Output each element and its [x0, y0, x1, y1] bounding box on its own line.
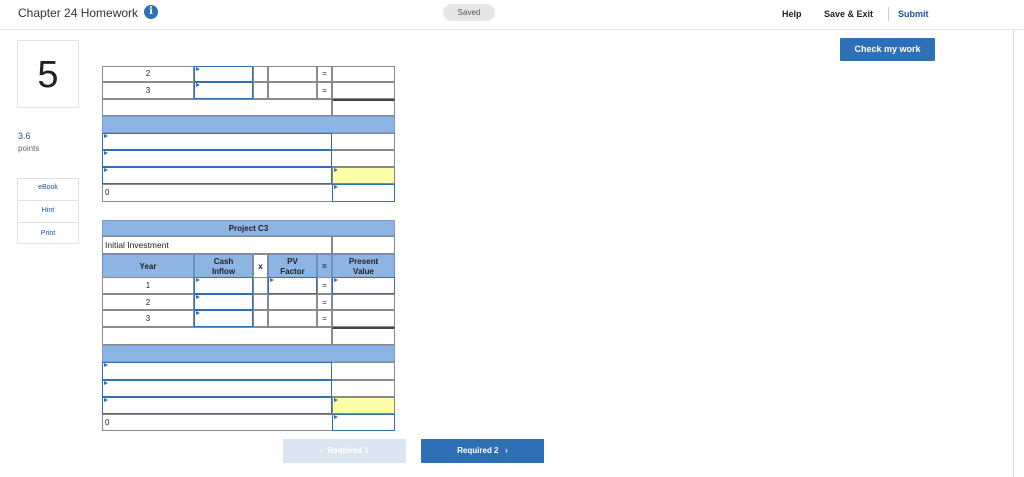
label-input[interactable]	[102, 167, 332, 184]
year-label: 2	[145, 69, 151, 78]
present-value-cell	[332, 310, 395, 327]
project-title: Project C3	[228, 224, 269, 233]
label-input[interactable]	[102, 380, 332, 397]
next-required-label: Required 2	[457, 446, 499, 455]
cash-inflow-input[interactable]	[194, 277, 253, 294]
present-value-cell	[332, 294, 395, 310]
equals-sign: =	[322, 281, 327, 290]
prev-required-label: Required 1	[327, 446, 369, 455]
pv-factor-header: PV Factor	[268, 254, 317, 279]
zero-value: 0	[105, 418, 110, 427]
total-cell	[332, 327, 395, 345]
label-input[interactable]	[102, 133, 332, 150]
present-value-cell	[332, 82, 395, 99]
divider	[18, 222, 78, 223]
prev-required-button[interactable]: ‹ Required 1	[283, 439, 406, 463]
year-label: 3	[145, 86, 151, 95]
times-cell	[253, 294, 268, 310]
section-band	[102, 116, 395, 133]
year-label: 1	[145, 281, 151, 290]
divider	[888, 7, 889, 21]
info-icon[interactable]: i	[144, 5, 158, 19]
times-cell	[253, 310, 268, 327]
year-label: 2	[145, 298, 151, 307]
present-value-cell	[332, 66, 395, 82]
ebook-link[interactable]: eBook	[18, 184, 78, 191]
input-flag-icon	[196, 278, 200, 282]
blank-cell	[102, 99, 332, 116]
year-label: 3	[145, 314, 151, 323]
input-flag-icon	[196, 83, 200, 87]
input-flag-icon	[334, 168, 338, 172]
input-flag-icon	[104, 134, 108, 138]
saved-status-badge: Saved	[443, 4, 495, 21]
present-value-header: Present Value	[332, 254, 395, 279]
equals-sign: =	[322, 298, 327, 307]
equals-sign: =	[322, 69, 327, 78]
section-band	[102, 345, 395, 362]
cash-inflow-header: Cash Inflow	[194, 254, 253, 279]
print-link[interactable]: Print	[18, 230, 78, 237]
equals-sign: =	[322, 314, 327, 323]
label-input[interactable]	[102, 362, 332, 380]
input-flag-icon	[104, 398, 108, 402]
chevron-right-icon: ›	[505, 446, 508, 455]
blank-cell	[102, 327, 332, 345]
input-flag-icon	[104, 168, 108, 172]
input-flag-icon	[334, 185, 338, 189]
pv-factor-cell	[268, 310, 317, 327]
resources-panel: eBook Hint Print	[17, 178, 79, 244]
save-exit-link[interactable]: Save & Exit	[824, 9, 873, 19]
npv-input[interactable]	[332, 167, 395, 184]
input-flag-icon	[196, 311, 200, 315]
submit-link[interactable]: Submit	[898, 9, 929, 19]
input-flag-icon	[270, 278, 274, 282]
equals-header: =	[317, 254, 332, 279]
times-cell	[253, 82, 268, 99]
total-cell	[332, 99, 395, 116]
input-flag-icon	[104, 363, 108, 367]
hint-link[interactable]: Hint	[18, 207, 78, 214]
label-input[interactable]	[102, 150, 332, 167]
cash-inflow-input[interactable]	[194, 310, 253, 327]
check-my-work-button[interactable]: Check my work	[840, 38, 935, 61]
points-label: points	[18, 144, 40, 153]
input-flag-icon	[104, 151, 108, 155]
initial-investment-value-cell	[332, 236, 395, 254]
initial-investment-label: Initial Investment	[105, 240, 169, 250]
input-flag-icon	[196, 67, 200, 71]
pv-factor-input[interactable]	[268, 277, 317, 294]
result-input[interactable]	[332, 414, 395, 431]
equals-sign: =	[322, 86, 327, 95]
input-flag-icon	[334, 415, 338, 419]
pv-factor-cell	[268, 82, 317, 99]
cash-inflow-input[interactable]	[194, 82, 253, 99]
label-input[interactable]	[102, 397, 332, 414]
divider	[1013, 30, 1014, 477]
result-input[interactable]	[332, 184, 395, 202]
pv-factor-cell	[268, 66, 317, 82]
times-cell	[253, 277, 268, 294]
points-value: 3.6	[18, 131, 31, 141]
assignment-title: Chapter 24 Homework	[18, 6, 139, 20]
times-cell	[253, 66, 268, 82]
input-flag-icon	[334, 398, 338, 402]
next-required-button[interactable]: Required 2 ›	[421, 439, 544, 463]
top-bar: Chapter 24 Homework i Saved Help Save & …	[0, 0, 1024, 30]
cash-inflow-input[interactable]	[194, 294, 253, 310]
year-header: Year	[102, 254, 194, 279]
input-flag-icon	[104, 381, 108, 385]
input-flag-icon	[334, 278, 338, 282]
chevron-left-icon: ‹	[320, 446, 323, 455]
help-link[interactable]: Help	[782, 9, 802, 19]
cash-inflow-input[interactable]	[194, 66, 253, 82]
pv-factor-cell	[268, 294, 317, 310]
divider	[18, 200, 78, 201]
input-flag-icon	[196, 295, 200, 299]
npv-input[interactable]	[332, 397, 395, 414]
times-header: x	[253, 254, 268, 279]
zero-value: 0	[105, 188, 110, 197]
present-value-input[interactable]	[332, 277, 395, 294]
question-number: 5	[17, 40, 79, 108]
